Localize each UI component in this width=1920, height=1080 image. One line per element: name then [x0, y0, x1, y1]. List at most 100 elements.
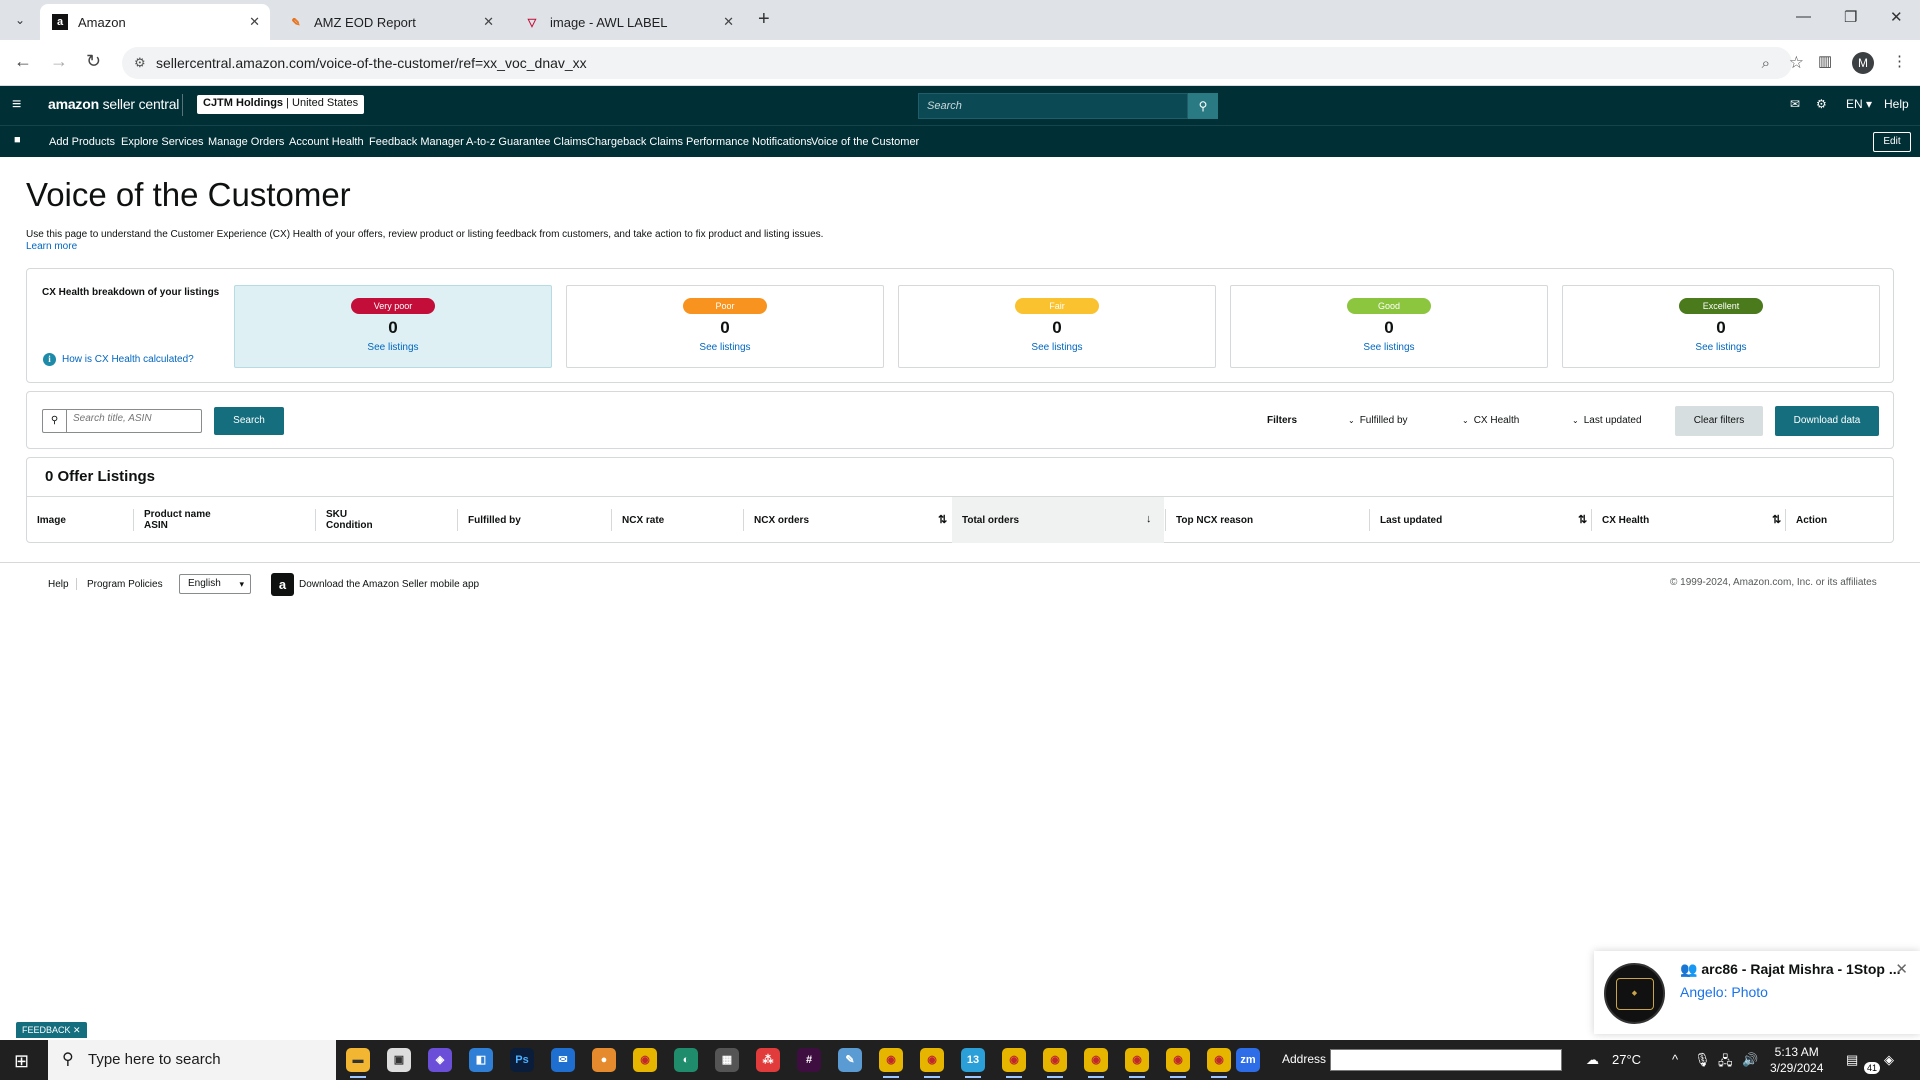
cx-card-poor[interactable]: Poor 0 See listings: [566, 285, 884, 368]
seller-central-logo[interactable]: amazon seller central: [48, 96, 179, 112]
chat-notification[interactable]: ◆ 👥 arc86 - Rajat Mishra - 1Stop ... Ang…: [1594, 951, 1920, 1034]
chrome-profile-icon[interactable]: ◉: [920, 1048, 944, 1078]
see-listings-link[interactable]: See listings: [1563, 342, 1879, 353]
program-policies-link[interactable]: Program Policies: [87, 579, 163, 590]
notification-center-icon[interactable]: ▤: [1846, 1052, 1858, 1068]
restore-icon[interactable]: ❐: [1844, 8, 1857, 26]
account-switcher[interactable]: CJTM Holdings | United States: [197, 95, 365, 114]
cx-health-dropdown[interactable]: ⌄ CX Health: [1462, 415, 1519, 426]
zoom-icon[interactable]: ⌕: [1762, 55, 1770, 72]
nav-add-products[interactable]: Add Products: [49, 136, 115, 148]
tab-amz-eod-report[interactable]: ✎ AMZ EOD Report ✕: [276, 4, 504, 40]
seller-app-icon[interactable]: a: [271, 573, 294, 596]
volume-icon[interactable]: 🔊: [1742, 1052, 1758, 1068]
tab-awl-label[interactable]: ▽ image - AWL LABEL ✕: [512, 4, 744, 40]
cx-card-excellent[interactable]: Excellent 0 See listings: [1562, 285, 1880, 368]
microphone-icon[interactable]: 🎙: [1694, 1052, 1711, 1068]
reload-icon[interactable]: ↻: [86, 51, 101, 72]
column-cx-health[interactable]: CX Health ⇅: [1591, 509, 1785, 531]
copilot-icon[interactable]: ◈: [428, 1048, 452, 1072]
weather-icon[interactable]: ☁: [1586, 1052, 1599, 1068]
site-info-icon[interactable]: ⚙: [134, 55, 146, 71]
side-panel-icon[interactable]: ▥: [1818, 52, 1832, 70]
column-last-updated[interactable]: Last updated ⇅: [1369, 509, 1591, 531]
header-search-icon[interactable]: ⚲: [1188, 93, 1218, 119]
edge-icon[interactable]: ◐: [674, 1048, 698, 1072]
zoom-app-icon[interactable]: zm: [1236, 1048, 1260, 1072]
minimize-icon[interactable]: —: [1796, 8, 1811, 25]
notepad-icon[interactable]: ✎: [838, 1048, 862, 1072]
nav-edit-button[interactable]: Edit: [1873, 132, 1911, 152]
cx-card-fair[interactable]: Fair 0 See listings: [898, 285, 1216, 368]
see-listings-link[interactable]: See listings: [1231, 342, 1547, 353]
calculator-icon[interactable]: ▦: [715, 1048, 739, 1072]
asana-icon[interactable]: ⁂: [756, 1048, 780, 1072]
sort-descending-icon[interactable]: ↓: [1146, 513, 1152, 525]
chrome-profile-icon[interactable]: ◉: [1084, 1048, 1108, 1078]
chrome-profile-icon[interactable]: ◉: [879, 1048, 903, 1078]
nav-manage-orders[interactable]: Manage Orders: [208, 136, 284, 148]
bookmark-star-icon[interactable]: ☆: [1789, 53, 1804, 73]
learn-more-link[interactable]: Learn more: [26, 241, 77, 252]
forward-icon[interactable]: →: [50, 51, 68, 72]
window-close-icon[interactable]: ✕: [1890, 8, 1903, 26]
telegram-icon[interactable]: 13: [961, 1048, 985, 1078]
slack-icon[interactable]: #: [797, 1048, 821, 1072]
temperature-text[interactable]: 27°C: [1612, 1052, 1641, 1067]
download-data-button[interactable]: Download data: [1775, 406, 1879, 436]
close-icon[interactable]: ✕: [73, 1025, 81, 1035]
tab-amazon[interactable]: a Amazon ✕: [40, 4, 270, 40]
bookmark-icon[interactable]: ■: [14, 134, 21, 146]
nav-a-to-z-claims[interactable]: A-to-z Guarantee Claims: [466, 136, 587, 148]
close-icon[interactable]: ✕: [249, 14, 260, 30]
listing-search-field[interactable]: ⚲: [42, 409, 202, 433]
address-toolbar-input[interactable]: [1330, 1049, 1562, 1071]
footer-language-select[interactable]: English ▾: [179, 574, 251, 594]
nav-performance-notifications[interactable]: Performance Notifications: [686, 136, 812, 148]
see-listings-link[interactable]: See listings: [567, 342, 883, 353]
chrome-profile-icon[interactable]: ◉: [1002, 1048, 1026, 1078]
chrome-icon[interactable]: ◉: [633, 1048, 657, 1072]
nav-voice-of-the-customer[interactable]: Voice of the Customer: [811, 136, 919, 148]
url-field[interactable]: ⚙ sellercentral.amazon.com/voice-of-the-…: [122, 47, 1804, 79]
listing-search-input[interactable]: [73, 413, 197, 424]
header-help-link[interactable]: Help: [1884, 97, 1909, 111]
mail-icon[interactable]: ✉: [1790, 97, 1800, 111]
close-icon[interactable]: ✕: [483, 14, 494, 30]
nav-feedback-manager[interactable]: Feedback Manager: [369, 136, 464, 148]
fulfilled-by-dropdown[interactable]: ⌄ Fulfilled by: [1348, 415, 1408, 426]
taskbar-clock[interactable]: 5:13 AM 3/29/2024: [1770, 1044, 1823, 1076]
hamburger-menu-icon[interactable]: ≡: [12, 96, 21, 114]
column-total-orders[interactable]: Total orders ↓: [952, 497, 1164, 543]
photoshop-icon[interactable]: Ps: [510, 1048, 534, 1072]
cx-card-very-poor[interactable]: Very poor 0 See listings: [234, 285, 552, 368]
sort-icon[interactable]: ⇅: [938, 513, 947, 526]
sort-icon[interactable]: ⇅: [1578, 513, 1587, 526]
cx-health-info-link[interactable]: i How is CX Health calculated?: [43, 353, 194, 366]
file-explorer-icon[interactable]: ▬: [346, 1048, 370, 1078]
feedback-button[interactable]: FEEDBACK ✕: [16, 1022, 87, 1038]
clear-filters-button[interactable]: Clear filters: [1675, 406, 1763, 436]
nav-explore-services[interactable]: Explore Services: [121, 136, 204, 148]
taskbar-search-input[interactable]: ⚲ Type here to search: [48, 1040, 336, 1080]
network-icon[interactable]: 🖧: [1718, 1052, 1733, 1074]
chrome-profile-icon[interactable]: ◉: [1207, 1048, 1231, 1078]
tab-search-icon[interactable]: ⌄: [8, 10, 32, 34]
search-button[interactable]: Search: [214, 407, 284, 435]
sort-icon[interactable]: ⇅: [1772, 513, 1781, 526]
column-ncx-orders[interactable]: NCX orders ⇅: [743, 509, 951, 531]
copilot-tray-icon[interactable]: ◈: [1884, 1052, 1894, 1068]
chrome-profile-icon[interactable]: ◉: [1043, 1048, 1067, 1078]
firefox-icon[interactable]: ●: [592, 1048, 616, 1072]
footer-help-link[interactable]: Help: [48, 579, 69, 590]
chrome-profile-icon[interactable]: ◉: [1166, 1048, 1190, 1078]
store-icon[interactable]: ▣: [387, 1048, 411, 1072]
back-icon[interactable]: ←: [14, 51, 32, 72]
download-app-link[interactable]: Download the Amazon Seller mobile app: [299, 579, 479, 590]
chrome-profile-icon[interactable]: ◉: [1125, 1048, 1149, 1078]
browser-menu-icon[interactable]: ⋮: [1892, 52, 1907, 70]
see-listings-link[interactable]: See listings: [235, 342, 551, 353]
outlook-icon[interactable]: ◧: [469, 1048, 493, 1072]
close-icon[interactable]: ✕: [723, 14, 734, 30]
nav-chargeback-claims[interactable]: Chargeback Claims: [587, 136, 683, 148]
